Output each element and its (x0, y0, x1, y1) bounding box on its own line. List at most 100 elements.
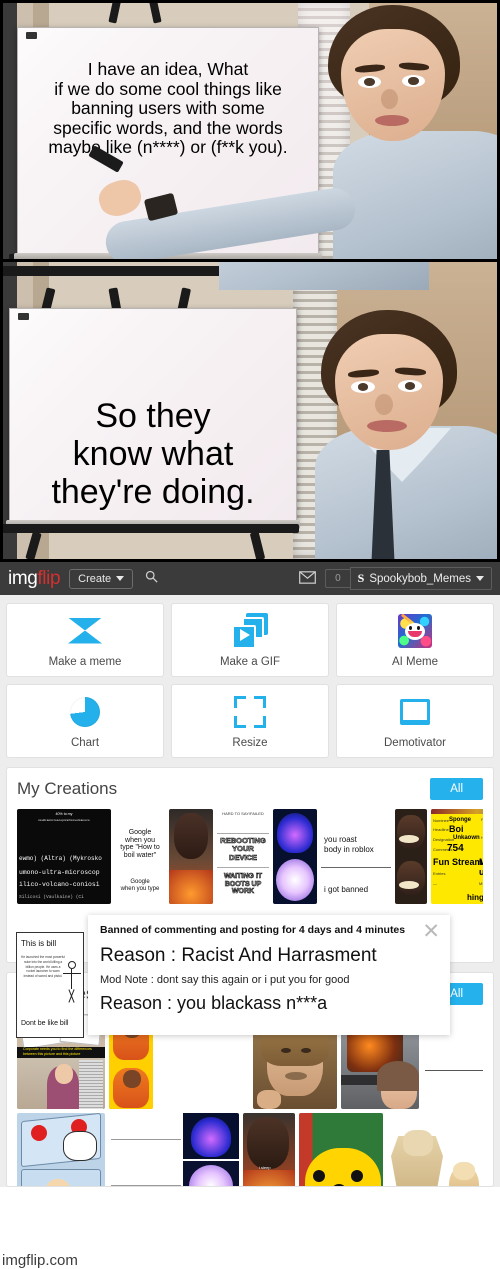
yellow-l4: Unkaown (453, 835, 480, 841)
lbl8: Total Score (479, 871, 483, 876)
thumb-caption: Google when you type "How to boil water" (120, 829, 160, 860)
thumb-caption-top: 40% to my (55, 812, 73, 816)
lbl3: Private (481, 817, 483, 822)
mail-icon[interactable] (299, 570, 316, 587)
thumb-line-a: nsultramicroscopicsilicovolcanoco (38, 818, 90, 822)
tile-label-ai-meme: AI Meme (391, 655, 438, 668)
template-two-buttons[interactable] (17, 1113, 105, 1186)
beard (285, 1072, 307, 1080)
my-creations-all-button[interactable]: All (430, 778, 483, 800)
yellow-l7: Fun Stream (433, 857, 483, 867)
create-button-label: Create (78, 572, 112, 585)
search-icon[interactable] (144, 569, 159, 588)
thumb-caption-b: WAITING IT BOOTS UP WORK (223, 873, 263, 896)
face-b (397, 861, 425, 895)
list-item[interactable]: HARD TO SAY/FAILED REBOOTING YOUR DEVICE… (217, 809, 269, 904)
jim-nose-2 (375, 394, 393, 415)
site-header: imgflip Create 0 S Spookybob_Memes (0, 562, 500, 595)
ban-reason-1: Reason : Racist And Harrasment (100, 945, 377, 966)
office-background-2: So they know what they're doing. (3, 262, 497, 559)
divider-2 (111, 1185, 181, 1186)
drake-face-2 (123, 1070, 141, 1088)
whiteboard-clip-2 (18, 313, 29, 320)
whiteboard-2: So they know what they're doing. (6, 308, 300, 529)
pikachu-eye-r (351, 1170, 363, 1182)
list-item[interactable]: Nominee Sponge Headline Boi Private Nobo… (431, 809, 483, 904)
tile-chart[interactable]: Chart (6, 684, 164, 758)
face-a (397, 815, 425, 849)
tile-label-make-a-gif: Make a GIF (219, 655, 281, 668)
smile-b (399, 881, 419, 889)
background-person-shoulders (219, 262, 429, 290)
brain-cell-2 (183, 1161, 239, 1186)
cheems-head (453, 1162, 475, 1180)
meme-panel-bottom: So they know what they're doing. (0, 262, 500, 562)
sweating-hand (63, 1131, 97, 1161)
bill-stickman (63, 961, 81, 1017)
tile-make-a-gif[interactable]: Make a GIF (171, 603, 329, 677)
thumb-line-c: umono-ultra-microscop (19, 869, 100, 876)
jim-eye-right (402, 75, 425, 87)
screenshot-root: I have an idea, What if we do some cool … (0, 0, 500, 1269)
list-item[interactable] (395, 809, 427, 904)
tile-ai-meme[interactable]: AI Meme (336, 603, 494, 677)
gif-stack-icon (232, 612, 268, 649)
template-surprised-pikachu[interactable] (299, 1113, 383, 1186)
close-icon[interactable]: ✕ (422, 921, 440, 942)
thumb-caption: REBOOTING YOUR DEVICE (220, 836, 266, 862)
list-item[interactable]: 40% to my nsultramicroscopicsilicovolcan… (17, 809, 111, 904)
tile-resize[interactable]: Resize (171, 684, 329, 758)
jim-mouth (375, 115, 409, 126)
pikachu-eye-l (313, 1170, 325, 1182)
brain-1 (277, 813, 313, 853)
bill-title: This is bill (21, 939, 57, 948)
office-background: I have an idea, What if we do some cool … (3, 3, 497, 259)
resize-crop-icon (232, 694, 268, 730)
template-sleeping-shaq[interactable]: i sleep (243, 1113, 295, 1186)
points-counter: 0 (325, 569, 350, 588)
chevron-down-icon-user (476, 576, 484, 581)
list-item[interactable] (273, 809, 317, 904)
ban-notification-modal: ✕ Banned of commenting and posting for 4… (88, 915, 450, 1035)
yellow-l9: hing. (467, 893, 483, 902)
demotivator-icon (397, 694, 433, 730)
shaq-head (174, 813, 208, 859)
brain-cell-1 (183, 1113, 239, 1159)
lbl2: Headline (433, 827, 449, 832)
list-item[interactable] (169, 809, 213, 904)
brain-2 (189, 1165, 233, 1186)
username-dropdown[interactable]: S Spookybob_Memes (349, 567, 492, 590)
divider-2 (217, 867, 269, 868)
brain-2 (276, 859, 314, 901)
shaq-body (169, 870, 213, 904)
whiteboard-text-bottom: So they know what they're doing. (51, 397, 255, 512)
tile-label-chart: Chart (70, 736, 100, 749)
thumb-line-e: Silicosi (Vaulkaine) (Ci (19, 895, 84, 900)
create-button[interactable]: Create (69, 568, 134, 589)
divider (217, 833, 269, 834)
template-expanding-brain[interactable] (109, 1113, 239, 1186)
blinds (79, 1060, 103, 1109)
list-item[interactable]: you roast body in roblox i got banned (321, 809, 391, 904)
eye-r (301, 1048, 311, 1053)
list-item[interactable]: Google when you type "How to boil water"… (115, 809, 165, 904)
thumb-line-d: ilico-volcano-coniosi (19, 881, 100, 888)
shaq-fire (243, 1170, 295, 1186)
user-menu[interactable]: 0 S Spookybob_Memes (325, 567, 492, 590)
lbl9: — (433, 881, 437, 886)
tile-make-a-meme[interactable]: Make a meme (6, 603, 164, 677)
tile-label-make-a-meme: Make a meme (48, 655, 122, 668)
template-buff-doge-vs-cheems[interactable] (387, 1113, 481, 1186)
this-is-bill-thumb[interactable]: This is bill He launched the most powerf… (16, 932, 84, 1038)
tile-label-resize: Resize (232, 736, 268, 749)
divider (425, 1070, 483, 1071)
whiteboard-clip (26, 32, 37, 39)
ai-meme-icon (397, 613, 433, 649)
eye-l (281, 1048, 291, 1053)
tile-demotivator[interactable]: Demotivator (336, 684, 494, 758)
jim-mouth-smile (367, 420, 407, 432)
lbl7: Entries (433, 871, 446, 876)
imgflip-logo[interactable]: imgflip (8, 568, 61, 590)
my-creations-title: My Creations (17, 779, 118, 798)
thumb-caption-b: i got banned (324, 885, 369, 894)
